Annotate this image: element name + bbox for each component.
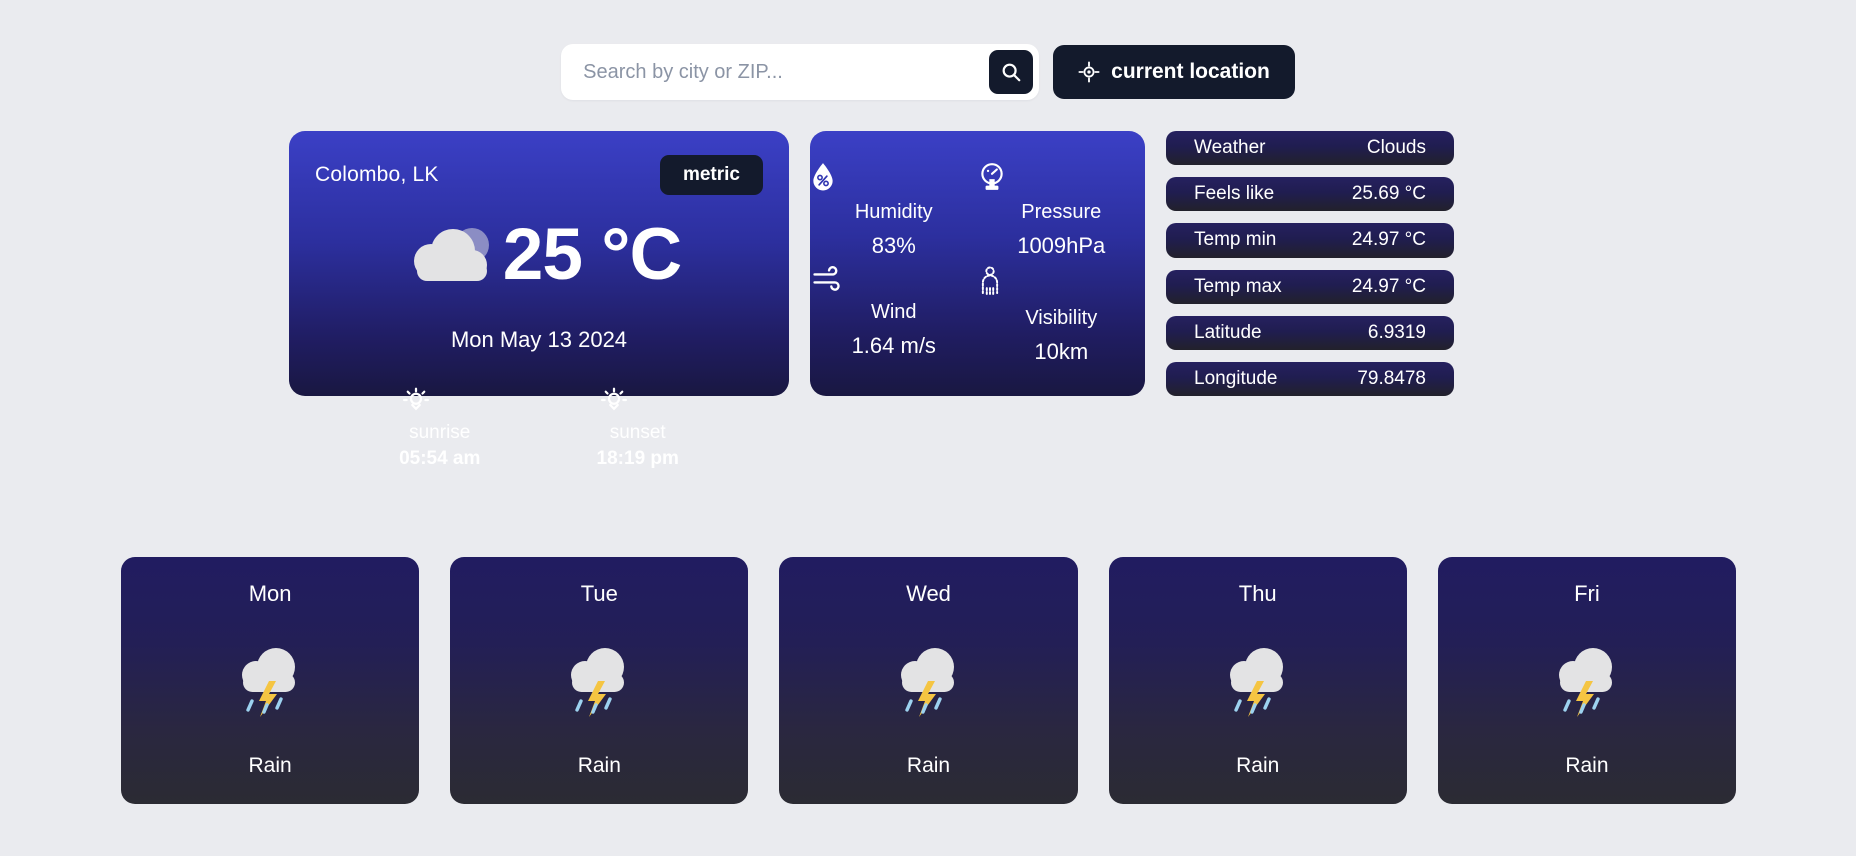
detail-label: Pressure <box>1021 201 1102 224</box>
sunset-label: sunset <box>609 422 666 443</box>
sunset-block: sunset 18:19 pm <box>597 385 679 470</box>
forecast-description: Rain <box>248 754 292 777</box>
detail-visibility: Visibility 10km <box>978 266 1146 365</box>
search-button[interactable] <box>989 50 1034 94</box>
info-pill-value: 25.69 °C <box>1351 183 1426 205</box>
thunderstorm-rain-icon <box>1217 639 1299 723</box>
detail-wind: Wind 1.64 m/s <box>810 265 978 365</box>
forecast-card-mon[interactable]: Mon Rain <box>121 557 420 804</box>
current-card-header: Colombo, LK metric <box>315 155 763 195</box>
sunset-time: 18:19 pm <box>596 448 679 469</box>
info-pill-temp-min: Temp min 24.97 °C <box>1166 223 1454 258</box>
current-date: Mon May 13 2024 <box>450 327 628 352</box>
forecast-day: Fri <box>1574 581 1600 606</box>
humidity-droplet-icon <box>810 162 978 192</box>
info-pill-feels-like: Feels like 25.69 °C <box>1166 177 1454 212</box>
crosshair-location-icon <box>1078 61 1100 83</box>
forecast-description: Rain <box>1565 754 1609 777</box>
weather-details-card: Humidity 83% Pressure 1009hPa Wind 1.64 … <box>810 131 1145 396</box>
weather-app-root: current location Colombo, LK metric <box>0 0 1856 856</box>
current-location-label: current location <box>1111 60 1270 83</box>
info-pill-key: Weather <box>1194 137 1266 159</box>
units-toggle-button[interactable]: metric <box>659 155 763 195</box>
sunrise-icon <box>399 385 480 415</box>
sun-times: sunrise 05:54 am sunset 18:19 pm <box>315 385 763 470</box>
search-icon <box>1000 61 1022 83</box>
current-temperature-row: 25 °C <box>315 215 763 293</box>
details-row-bottom: Wind 1.64 m/s Visibility 10km <box>810 265 1146 365</box>
thunderstorm-rain-icon <box>229 639 311 723</box>
search-box <box>561 44 1040 100</box>
sunrise-block: sunrise 05:54 am <box>399 385 480 470</box>
details-row-top: Humidity 83% Pressure 1009hPa <box>810 162 1145 259</box>
search-row: current location <box>0 44 1856 100</box>
forecast-day: Tue <box>580 581 618 606</box>
thunderstorm-rain-icon <box>888 639 970 723</box>
info-pill-key: Feels like <box>1194 183 1275 205</box>
info-pill-value: 24.97 °C <box>1351 229 1426 251</box>
forecast-description: Rain <box>906 754 951 777</box>
wind-icon <box>810 265 978 292</box>
info-pill-longitude: Longitude 79.8478 <box>1166 361 1454 397</box>
info-pill-value: 24.97 °C <box>1351 275 1426 297</box>
sunset-icon <box>597 385 679 415</box>
forecast-card-fri[interactable]: Fri Rain <box>1437 557 1737 804</box>
forecast-description: Rain <box>1236 754 1280 777</box>
forecast-description: Rain <box>577 754 621 777</box>
info-pill-temp-max: Temp max 24.97 °C <box>1166 269 1454 304</box>
detail-label: Humidity <box>854 201 933 224</box>
pressure-gauge-icon <box>978 162 1146 192</box>
info-pill-value: 79.8478 <box>1357 367 1426 389</box>
detail-value: 1.64 m/s <box>851 332 936 358</box>
forecast-card-tue[interactable]: Tue Rain <box>450 557 749 804</box>
forecast-day: Wed <box>906 581 951 606</box>
search-input[interactable] <box>561 44 990 100</box>
city-name: Colombo, LK <box>315 163 439 186</box>
info-pill-key: Longitude <box>1194 367 1278 389</box>
thunderstorm-rain-icon <box>558 639 640 723</box>
forecast-card-thu[interactable]: Thu Rain <box>1108 557 1407 804</box>
info-pill-value: 6.9319 <box>1367 321 1426 343</box>
sunrise-time: 05:54 am <box>399 448 481 469</box>
info-pill-weather: Weather Clouds <box>1166 131 1454 166</box>
temperature-value: 25 °C <box>502 213 682 295</box>
detail-label: Wind <box>870 300 917 323</box>
info-pill-key: Temp max <box>1194 275 1282 297</box>
thunderstorm-rain-icon <box>1546 639 1628 723</box>
forecast-card-wed[interactable]: Wed Rain <box>779 557 1078 804</box>
info-pill-latitude: Latitude 6.9319 <box>1166 315 1454 350</box>
detail-value: 10km <box>1034 338 1089 364</box>
info-pill-list: Weather Clouds Feels like 25.69 °C Temp … <box>1166 131 1454 397</box>
detail-humidity: Humidity 83% <box>810 162 978 259</box>
forecast-day: Thu <box>1238 581 1277 606</box>
cloudy-icon <box>397 215 501 293</box>
info-pill-key: Latitude <box>1194 321 1262 343</box>
info-pill-value: Clouds <box>1366 137 1426 159</box>
forecast-day: Mon <box>248 581 292 606</box>
current-location-button[interactable]: current location <box>1053 45 1295 99</box>
detail-value: 1009hPa <box>1017 233 1106 259</box>
current-weather-card: Colombo, LK metric 25 °C Mon May 13 2024 <box>289 131 789 469</box>
info-pill-key: Temp min <box>1194 229 1277 251</box>
summary-band: Colombo, LK metric 25 °C Mon May 13 2024 <box>289 131 1454 469</box>
detail-label: Visibility <box>1025 306 1098 329</box>
forecast-row: Mon Rain Tue Rain Wed Rain Thu Rain Fri … <box>121 557 1737 804</box>
sunrise-label: sunrise <box>409 422 471 443</box>
detail-pressure: Pressure 1009hPa <box>978 162 1146 259</box>
detail-value: 83% <box>871 233 916 259</box>
visibility-fog-icon <box>978 266 1146 298</box>
